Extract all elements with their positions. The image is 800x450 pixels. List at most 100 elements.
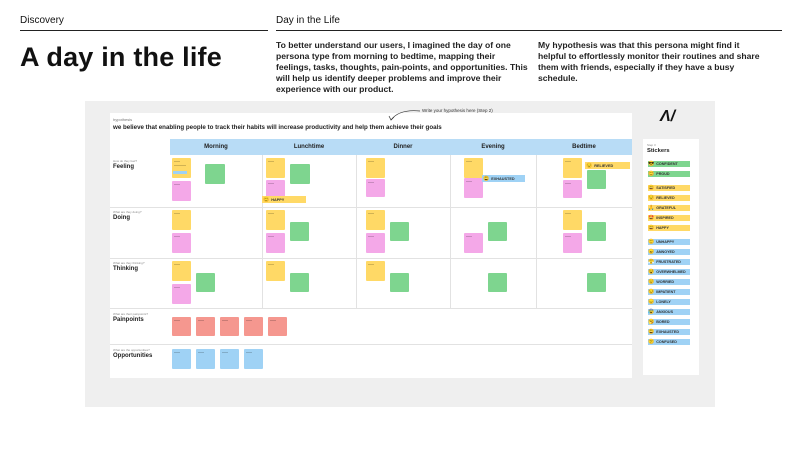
sticky-note[interactable] xyxy=(172,317,191,336)
sticky-note[interactable] xyxy=(488,273,507,292)
sticker-tag[interactable] xyxy=(173,171,187,174)
placed-sticker-relieved[interactable]: 😌 RELIEVED xyxy=(585,162,630,169)
intro-paragraph: To better understand our users, I imagin… xyxy=(276,40,528,94)
row-label-thinking: Thinking xyxy=(113,266,138,272)
section-label-day-in-life: Day in the Life xyxy=(276,15,340,26)
sticker-grateful[interactable]: 🙏 GRATEFUL xyxy=(648,205,690,211)
sticker-bored[interactable]: 🥱 BORED xyxy=(648,319,690,325)
row-divider xyxy=(110,308,632,309)
sticky-note[interactable] xyxy=(464,158,483,178)
sticker-emoji-icon: 😩 xyxy=(648,328,655,335)
brand-logo: Λ/ xyxy=(660,108,676,125)
sticky-note[interactable] xyxy=(266,180,285,197)
sticker-confident[interactable]: 😎 CONFIDENT xyxy=(648,161,690,167)
sticky-note[interactable] xyxy=(563,233,582,253)
row-label-doing: Doing xyxy=(113,215,130,221)
placed-sticker-happy[interactable]: 😊 HAPPY xyxy=(262,196,306,203)
sticky-note[interactable] xyxy=(290,273,309,292)
sticky-note[interactable] xyxy=(220,317,239,336)
sticky-note[interactable] xyxy=(290,164,310,184)
sticky-note[interactable] xyxy=(172,261,191,281)
sticker-exhausted[interactable]: 😩 EXHAUSTED xyxy=(648,329,690,335)
sticker-label: EXHAUSTED xyxy=(656,330,679,334)
sticky-note[interactable] xyxy=(244,317,263,336)
sticker-label: ANNOYED xyxy=(656,250,675,254)
sticker-anxious[interactable]: 😰 ANXIOUS xyxy=(648,309,690,315)
sticker-label: GRATEFUL xyxy=(656,206,677,210)
sticky-note[interactable] xyxy=(172,210,191,230)
column-header-dinner: Dinner xyxy=(356,139,450,155)
sticker-emoji-icon: 😊 xyxy=(648,170,655,177)
sticker-label: RELIEVED xyxy=(656,196,675,200)
placed-sticker-exhausted[interactable]: 😩 EXHAUSTED xyxy=(482,175,525,182)
sticky-note[interactable] xyxy=(587,273,606,292)
sticky-note[interactable] xyxy=(390,273,409,292)
sticky-note[interactable] xyxy=(366,158,385,178)
sticker-impatient[interactable]: 😒 IMPATIENT xyxy=(648,289,690,295)
sticky-note[interactable] xyxy=(464,233,483,253)
stickers-hint: Step 3 xyxy=(647,143,656,147)
sticky-note[interactable] xyxy=(563,158,582,178)
sticky-note[interactable] xyxy=(172,284,191,304)
sticky-note[interactable] xyxy=(290,222,309,241)
sticker-relieved[interactable]: 😌 RELIEVED xyxy=(648,195,690,201)
sticker-unhappy[interactable]: 🙁 UNHAPPY xyxy=(648,239,690,245)
sticky-note[interactable] xyxy=(205,164,225,184)
row-divider xyxy=(110,258,632,259)
row-label-feeling: Feeling xyxy=(113,164,135,170)
sticker-lonely[interactable]: 😞 LONELY xyxy=(648,299,690,305)
column-divider xyxy=(536,155,537,308)
sticker-label: FRUSTRATED xyxy=(656,260,681,264)
sticker-overwhelmed[interactable]: 😵 OVERWHELMED xyxy=(648,269,690,275)
sticky-note[interactable] xyxy=(196,349,215,369)
sticky-note[interactable] xyxy=(366,210,385,230)
sticker-frustrated[interactable]: 😤 FRUSTRATED xyxy=(648,259,690,265)
sticky-note[interactable] xyxy=(244,349,263,369)
header-divider-right xyxy=(276,30,782,31)
sticky-note[interactable] xyxy=(266,261,285,281)
sticky-note[interactable] xyxy=(390,222,409,241)
sticker-satisfied[interactable]: 😀 SATISFIED xyxy=(648,185,690,191)
sticky-note[interactable] xyxy=(464,178,483,198)
sticky-note[interactable] xyxy=(266,158,285,178)
sticker-emoji-icon: 😰 xyxy=(648,308,655,315)
sticky-note[interactable] xyxy=(172,158,191,178)
sticker-emoji-icon: 😒 xyxy=(648,288,655,295)
sticker-label: IMPATIENT xyxy=(656,290,676,294)
sticky-note[interactable] xyxy=(587,170,606,189)
sticker-label: LONELY xyxy=(656,300,671,304)
sticky-note[interactable] xyxy=(172,349,191,369)
sticker-proud[interactable]: 😊 PROUD xyxy=(648,171,690,177)
sticky-note[interactable] xyxy=(268,317,287,336)
sticker-label: CONFUSED xyxy=(656,340,677,344)
sticker-confused[interactable]: 😕 CONFUSED xyxy=(648,339,690,345)
sticky-note[interactable] xyxy=(563,180,582,198)
sticky-note[interactable] xyxy=(563,210,582,230)
sticky-note[interactable] xyxy=(587,222,606,241)
row-hint-thinking: What are they thinking? xyxy=(113,261,145,265)
sticker-worried[interactable]: 😟 WORRIED xyxy=(648,279,690,285)
sticker-annoyed[interactable]: 😠 ANNOYED xyxy=(648,249,690,255)
sticker-happy[interactable]: 😄 HAPPY xyxy=(648,225,690,231)
row-hint-feeling: How do they feel? xyxy=(113,159,138,163)
sticky-note[interactable] xyxy=(266,233,285,253)
sticky-note[interactable] xyxy=(366,233,385,253)
sticker-emoji-icon: 🙏 xyxy=(648,204,655,211)
sticker-inspired[interactable]: 🤩 INSPIRED xyxy=(648,215,690,221)
sticky-note[interactable] xyxy=(266,210,285,230)
sticky-note[interactable] xyxy=(196,273,215,292)
sticky-note[interactable] xyxy=(366,261,385,281)
sticky-note[interactable] xyxy=(172,181,191,201)
sticky-note[interactable] xyxy=(220,349,239,369)
sticky-note[interactable] xyxy=(196,317,215,336)
sticker-label: PROUD xyxy=(656,172,670,176)
page-title: A day in the life xyxy=(20,42,222,72)
sticky-note[interactable] xyxy=(488,222,507,241)
column-divider xyxy=(356,155,357,308)
sticky-note[interactable] xyxy=(172,233,191,253)
row-hint-opportunities: What are the opportunities? xyxy=(113,348,150,352)
sticker-emoji-icon: 🤩 xyxy=(648,214,655,221)
column-header-lunchtime: Lunchtime xyxy=(262,139,356,155)
sticky-note[interactable] xyxy=(366,179,385,197)
sticker-label: CONFIDENT xyxy=(656,162,678,166)
